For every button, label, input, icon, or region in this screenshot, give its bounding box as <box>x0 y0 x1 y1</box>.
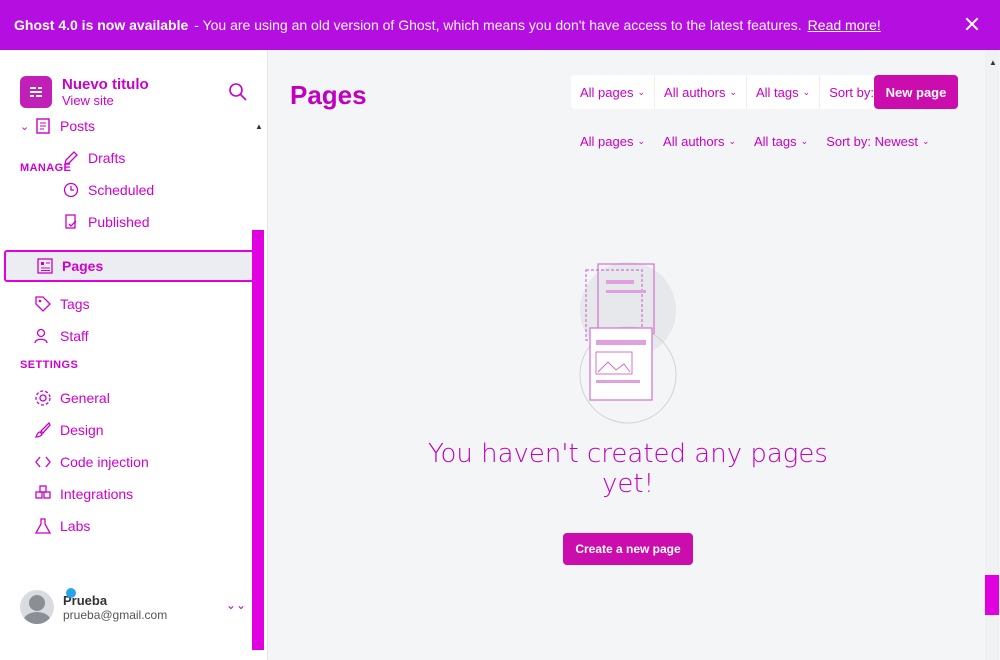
gear-icon <box>34 389 52 407</box>
chevron-down-icon: ⌄ <box>729 86 737 97</box>
sidebar-item-label: Tags <box>60 296 90 312</box>
new-page-button[interactable]: New page <box>874 75 958 109</box>
filter-all-pages[interactable]: All pages ⌄ <box>571 75 656 109</box>
filter-all-tags[interactable]: All tags ⌄ <box>747 75 821 109</box>
site-logo <box>20 76 52 108</box>
sidebar-item-label: Design <box>60 422 104 438</box>
update-banner: Ghost 4.0 is now available - You are usi… <box>0 0 1000 50</box>
filter-all-authors[interactable]: All authors ⌄ <box>655 75 747 109</box>
section-settings: SETTINGS <box>20 359 79 371</box>
sidebar-item-label: Scheduled <box>88 182 155 198</box>
chevron-down-icon: ⌄ <box>637 86 646 97</box>
sidebar-item-label: Integrations <box>60 486 134 502</box>
sidebar-scrollbar[interactable] <box>252 230 264 650</box>
tag-icon <box>34 295 52 313</box>
sidebar-item-label: Posts <box>60 118 96 134</box>
scrollbar-thumb[interactable] <box>985 575 999 615</box>
site-title: Nuevo titulo <box>62 76 149 93</box>
close-icon[interactable] <box>962 14 982 34</box>
pages-icon <box>36 257 54 275</box>
page-title: Pages <box>290 80 367 110</box>
filter-all-authors[interactable]: All authors ⌄ <box>654 130 745 152</box>
view-site-link[interactable]: View site <box>62 93 149 108</box>
brand[interactable]: Nuevo titulo View site <box>20 76 149 108</box>
filter-all-tags[interactable]: All tags ⌄ <box>745 130 817 152</box>
banner-read-more-link[interactable]: Read more! <box>808 17 881 33</box>
sidebar-item-tags[interactable]: Tags <box>0 288 250 320</box>
chevron-down-icon[interactable]: ⌄ <box>20 120 29 133</box>
filter-bar-duplicate: All pages ⌄ All authors ⌄ All tags ⌄ Sort b… <box>571 130 939 152</box>
empty-state: You haven't created any pages yet! Creat… <box>408 260 848 565</box>
sidebar-item-label: Drafts <box>88 150 126 166</box>
status-dot <box>66 588 76 598</box>
chevron-down-icon: ⌄ <box>728 135 736 146</box>
banner-text: - You are using an old version of Ghost,… <box>194 17 802 33</box>
create-new-page-button[interactable]: Create a new page <box>563 533 693 565</box>
staff-icon <box>34 327 52 345</box>
sidebar-item-design[interactable]: Design <box>0 414 250 446</box>
user-menu[interactable]: Prueba prueba@gmail.com ⌄⌄ <box>20 588 250 624</box>
search-icon[interactable] <box>228 82 248 102</box>
chevron-down-icon: ⌄ <box>802 86 811 97</box>
filter-all-pages[interactable]: All pages ⌄ <box>571 130 654 152</box>
section-manage: MANAGE <box>20 162 72 174</box>
sidebar-item-labs[interactable]: Labs <box>0 510 250 542</box>
empty-state-message: You haven't created any pages yet! <box>428 439 828 499</box>
sidebar-item-label: Pages <box>62 258 104 274</box>
sidebar-item-general[interactable]: General <box>0 382 250 414</box>
nav-manage: Pages Tags Staff <box>0 250 262 352</box>
banner-title: Ghost 4.0 is now available <box>14 17 189 33</box>
posts-icon <box>34 117 52 135</box>
sidebar-item-code-injection[interactable]: Code injection <box>0 446 250 478</box>
chevron-down-icon: ⌄ <box>637 135 646 146</box>
avatar <box>20 590 54 624</box>
ghost-logo-icon <box>30 87 42 97</box>
sidebar-scroll-up-icon[interactable]: ▲ <box>255 122 263 131</box>
sidebar-item-label: Staff <box>60 328 89 344</box>
empty-pages-illustration-icon <box>579 262 677 424</box>
flask-icon <box>34 517 52 535</box>
integrations-icon <box>34 485 52 503</box>
sidebar-item-label: General <box>60 390 110 406</box>
main-content: Pages All pages ⌄ All authors ⌄ All tags ⌄ … <box>268 50 1000 660</box>
sidebar-item-posts[interactable]: ⌄ Posts <box>0 110 250 142</box>
user-email: prueba@gmail.com <box>63 607 168 622</box>
sidebar-item-integrations[interactable]: Integrations <box>0 478 250 510</box>
chevron-down-icon: ⌄ <box>800 135 809 146</box>
code-icon <box>34 453 52 471</box>
published-icon <box>62 213 80 231</box>
sidebar-item-staff[interactable]: Staff <box>0 320 250 352</box>
chevron-down-icon[interactable]: ⌄⌄ <box>226 598 246 612</box>
sidebar-item-label: Published <box>88 214 150 230</box>
brush-icon <box>34 421 52 439</box>
user-name: Prueba <box>63 592 108 608</box>
sidebar-item-pages[interactable]: Pages <box>4 250 262 282</box>
nav-settings: General Design Code injection Integratio… <box>0 382 250 542</box>
clock-icon <box>62 181 80 199</box>
sidebar-item-label: Labs <box>60 518 91 534</box>
sidebar-item-published[interactable]: Published <box>0 206 250 238</box>
scroll-up-icon[interactable]: ▲ <box>989 58 997 67</box>
sidebar: Nuevo titulo View site ▲ ⌄ Posts Drafts … <box>0 50 268 660</box>
filter-sort[interactable]: Sort by: Newest ⌄ <box>817 130 938 152</box>
sidebar-item-label: Code injection <box>60 454 149 470</box>
chevron-down-icon: ⌄ <box>921 135 930 146</box>
main-scrollbar[interactable]: ▲ <box>985 50 999 660</box>
